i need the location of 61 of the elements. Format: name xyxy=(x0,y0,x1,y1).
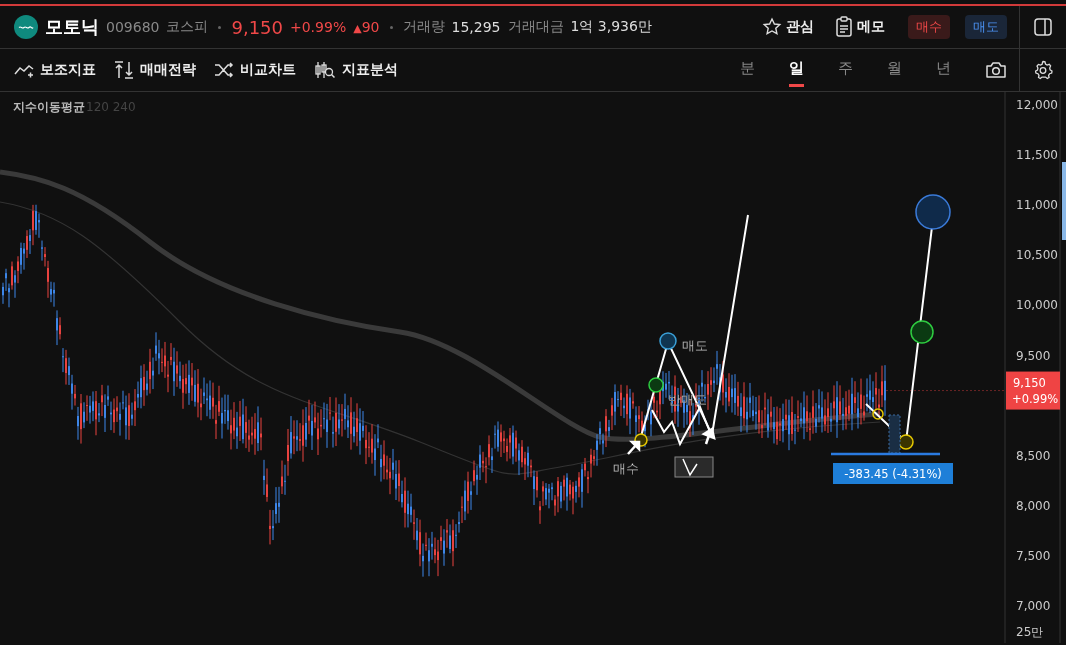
candle-search-icon xyxy=(314,61,336,79)
indicator-name: 지수이동평균 xyxy=(13,100,85,114)
arrow-icon xyxy=(702,427,716,446)
price-axis-label: 9,500 xyxy=(1016,348,1051,363)
toolbar-button[interactable]: 비교차트 xyxy=(214,61,296,79)
period-tab[interactable]: 주 xyxy=(838,59,853,87)
volume-value: 15,295 xyxy=(451,19,501,35)
marker-circle xyxy=(910,320,934,344)
period-tab[interactable]: 년 xyxy=(936,59,951,87)
annotation-label: 매수 xyxy=(613,461,639,476)
trade-amount-value: 1억 3,936만 xyxy=(570,18,652,36)
marker-circle xyxy=(872,408,884,420)
camera-icon[interactable] xyxy=(985,61,1007,79)
sort-arrows-icon xyxy=(114,61,134,79)
pattern-box xyxy=(674,456,714,478)
settings-icon[interactable] xyxy=(1033,60,1053,80)
watchlist-button[interactable]: 관심 xyxy=(762,17,814,37)
price-axis-label: 7,500 xyxy=(1016,548,1051,563)
company-logo-icon xyxy=(14,15,38,39)
price-axis-label: 12,000 xyxy=(1016,98,1058,112)
price-axis-label: 10,000 xyxy=(1016,298,1058,313)
measure-range xyxy=(888,414,901,454)
arrow-icon xyxy=(626,440,641,456)
volume-label: 거래량 xyxy=(402,18,445,36)
marker-circle xyxy=(648,377,664,393)
measure-label: -383.45 (-4.31%) xyxy=(833,463,953,484)
period-tab[interactable]: 월 xyxy=(887,59,902,87)
price-axis-label: 11,500 xyxy=(1016,148,1058,163)
line-chart-icon xyxy=(14,62,34,78)
sell-button[interactable]: 매도 xyxy=(965,15,1007,39)
clipboard-icon xyxy=(835,16,853,38)
price-badge-value: 9,150 xyxy=(1013,375,1046,390)
period-tab[interactable]: 일 xyxy=(789,59,804,87)
toolbar-button[interactable]: 지표분석 xyxy=(314,61,398,79)
price-axis-label: 10,500 xyxy=(1016,248,1058,263)
memo-button[interactable]: 메모 xyxy=(835,16,885,38)
scrollbar-thumb[interactable] xyxy=(1062,162,1066,240)
annotation-label: 매도 xyxy=(682,338,708,353)
current-price: 9,150 xyxy=(231,16,283,38)
price-axis-label: 8,000 xyxy=(1016,498,1051,513)
shuffle-icon xyxy=(214,62,234,78)
price-badge xyxy=(1006,371,1060,410)
marker-circle xyxy=(659,332,677,350)
marker-circle xyxy=(915,194,951,230)
change-amount: ▲90 xyxy=(353,19,380,35)
stock-name: 모토닉 xyxy=(45,15,99,39)
change-percent: +0.99% xyxy=(290,19,347,35)
period-tab[interactable]: 분 xyxy=(740,59,755,87)
toolbar-button[interactable]: 매매전략 xyxy=(114,61,196,79)
price-axis-label: 11,000 xyxy=(1016,198,1058,213)
price-axis-label: 8,500 xyxy=(1016,448,1051,463)
stock-code: 009680 xyxy=(106,19,160,35)
market-name: 코스피 xyxy=(166,18,209,36)
side-panel-icon[interactable] xyxy=(1033,17,1053,37)
volume-axis-label: 25만 xyxy=(1016,625,1044,639)
star-icon xyxy=(762,17,782,37)
price-axis-label: 7,000 xyxy=(1016,599,1051,613)
buy-button[interactable]: 매수 xyxy=(908,15,950,39)
price-badge-change: +0.99% xyxy=(1012,391,1059,406)
toolbar-button[interactable]: 보조지표 xyxy=(14,61,96,79)
trade-amount-label: 거래대금 xyxy=(507,18,564,36)
